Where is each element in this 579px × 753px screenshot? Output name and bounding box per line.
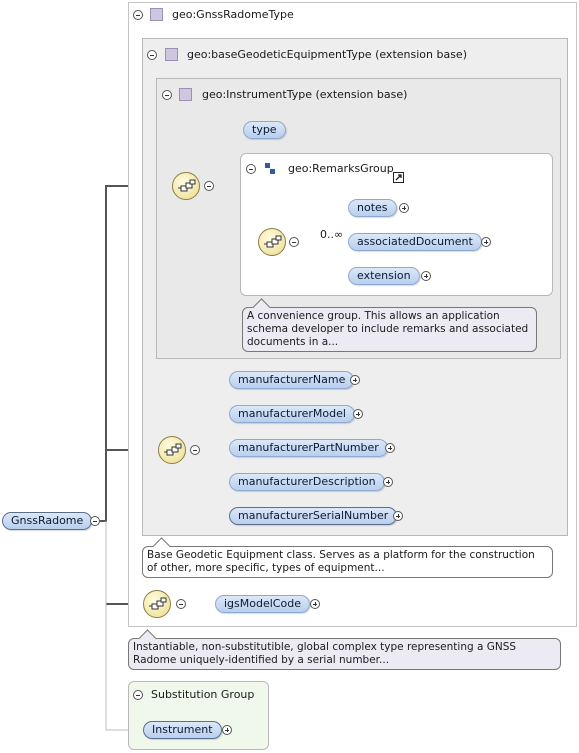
base-annotation: Base Geodetic Equipment class. Serves as… — [142, 537, 553, 578]
expand-icon[interactable] — [399, 203, 409, 213]
substitution-group-title: Substitution Group — [151, 688, 255, 701]
occurrence-label: 0..∞ — [320, 228, 344, 241]
collapse-icon[interactable] — [90, 516, 100, 526]
expand-icon[interactable] — [353, 409, 363, 419]
type-icon — [179, 88, 192, 101]
instrument-type-title: geo:InstrumentType (extension base) — [202, 88, 408, 101]
collapse-icon[interactable] — [289, 237, 299, 247]
sequence-icon[interactable] — [172, 172, 200, 200]
element-manufacturer-serial-number[interactable]: manufacturerSerialNumber — [229, 507, 398, 525]
collapse-icon[interactable] — [204, 181, 214, 191]
element-extension[interactable]: extension — [348, 267, 420, 285]
collapse-icon[interactable] — [176, 599, 186, 609]
base-equipment-type-title: geo:baseGeodeticEquipmentType (extension… — [187, 48, 467, 61]
type-icon — [165, 48, 178, 61]
remarks-annotation: A convenience group. This allows an appl… — [242, 298, 537, 352]
expand-icon[interactable] — [385, 443, 395, 453]
expand-icon[interactable] — [393, 511, 403, 521]
expand-icon[interactable] — [222, 725, 232, 735]
element-notes[interactable]: notes — [348, 199, 397, 217]
sequence-icon[interactable] — [258, 228, 286, 256]
group-icon — [265, 163, 275, 174]
base-annotation-text: Base Geodetic Equipment class. Serves as… — [147, 549, 535, 574]
type-icon — [150, 8, 163, 21]
remarks-annotation-text: A convenience group. This allows an appl… — [247, 310, 529, 348]
element-manufacturer-part-number[interactable]: manufacturerPartNumber — [229, 439, 388, 457]
element-manufacturer-description[interactable]: manufacturerDescription — [229, 473, 385, 491]
collapse-icon[interactable] — [133, 690, 143, 700]
sequence-icon[interactable] — [158, 436, 186, 464]
root-element-gnss-radome[interactable]: GnssRadome — [2, 512, 93, 530]
expand-icon[interactable] — [481, 237, 491, 247]
element-manufacturer-name[interactable]: manufacturerName — [229, 371, 355, 389]
expand-icon[interactable] — [421, 271, 431, 281]
collapse-icon[interactable] — [190, 445, 200, 455]
sequence-icon[interactable] — [143, 590, 171, 618]
element-instrument[interactable]: Instrument — [143, 721, 222, 739]
collapse-icon[interactable] — [133, 10, 143, 20]
element-type[interactable]: type — [243, 121, 286, 139]
element-manufacturer-model[interactable]: manufacturerModel — [229, 405, 355, 423]
link-icon[interactable] — [393, 172, 404, 183]
expand-icon[interactable] — [310, 599, 320, 609]
expand-icon[interactable] — [350, 375, 360, 385]
element-associated-document[interactable]: associatedDocument — [348, 233, 482, 251]
gnss-radome-type-title: geo:GnssRadomeType — [172, 8, 294, 21]
expand-icon[interactable] — [383, 477, 393, 487]
collapse-icon[interactable] — [162, 90, 172, 100]
remarks-group-title: geo:RemarksGroup — [288, 162, 394, 175]
element-igs-model-code[interactable]: igsModelCode — [215, 595, 310, 613]
collapse-icon[interactable] — [246, 164, 256, 174]
radome-annotation: Instantiable, non-substitutible, global … — [128, 629, 561, 670]
collapse-icon[interactable] — [147, 50, 157, 60]
radome-annotation-text: Instantiable, non-substitutible, global … — [133, 641, 517, 666]
